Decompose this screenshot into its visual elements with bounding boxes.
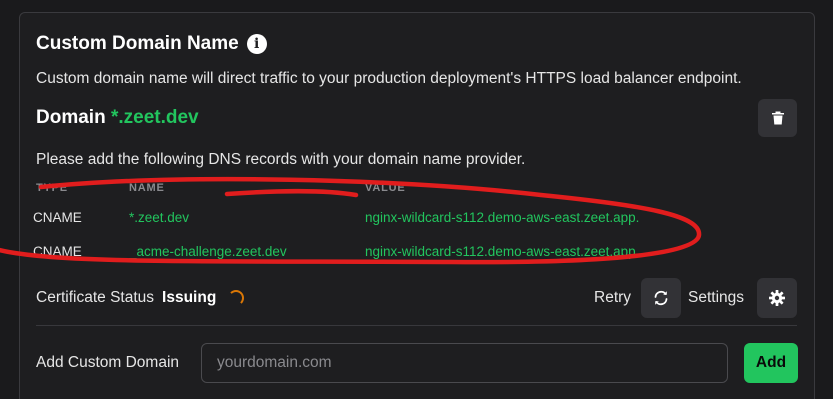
add-domain-label: Add Custom Domain bbox=[36, 354, 180, 371]
certificate-status-value: Issuing bbox=[162, 289, 217, 306]
retry-button[interactable] bbox=[641, 278, 681, 318]
retry-label: Retry bbox=[594, 289, 632, 306]
domain-label: Domain bbox=[36, 107, 106, 128]
custom-domain-card: Custom Domain Name i Custom domain name … bbox=[19, 12, 815, 399]
record-name: *.zeet.dev bbox=[129, 210, 190, 225]
column-header-type: TYPE bbox=[36, 182, 68, 194]
record-type: CNAME bbox=[33, 244, 82, 259]
info-icon[interactable]: i bbox=[246, 34, 267, 54]
section-description: Custom domain name will direct traffic t… bbox=[36, 70, 742, 87]
section-title: Custom Domain Name bbox=[36, 33, 239, 54]
settings-button[interactable] bbox=[757, 278, 797, 318]
add-domain-button[interactable]: Add bbox=[744, 343, 798, 383]
custom-domain-input[interactable] bbox=[201, 343, 728, 383]
refresh-icon bbox=[654, 290, 668, 306]
trash-icon bbox=[771, 111, 784, 125]
certificate-status-label: Certificate Status bbox=[36, 289, 155, 306]
domain-value: *.zeet.dev bbox=[110, 107, 199, 128]
settings-label: Settings bbox=[688, 289, 745, 306]
dns-instructions: Please add the following DNS records wit… bbox=[36, 151, 526, 168]
divider bbox=[36, 325, 797, 326]
column-header-value: VALUE bbox=[365, 182, 406, 194]
delete-domain-button[interactable] bbox=[758, 99, 797, 137]
record-name: _acme-challenge.zeet.dev bbox=[129, 244, 287, 259]
section-header: Custom Domain Name i bbox=[36, 33, 267, 55]
certificate-status: Certificate Status Issuing bbox=[36, 289, 245, 307]
record-type: CNAME bbox=[33, 210, 82, 225]
gear-icon bbox=[769, 290, 785, 306]
record-value: nginx-wildcard-s112.demo-aws-east.zeet.a… bbox=[365, 244, 636, 259]
domain-heading: Domain *.zeet.dev bbox=[36, 107, 199, 129]
record-value: nginx-wildcard-s112.demo-aws-east.zeet.a… bbox=[365, 210, 640, 225]
column-header-name: NAME bbox=[129, 182, 165, 194]
loading-spinner-icon bbox=[228, 290, 245, 306]
